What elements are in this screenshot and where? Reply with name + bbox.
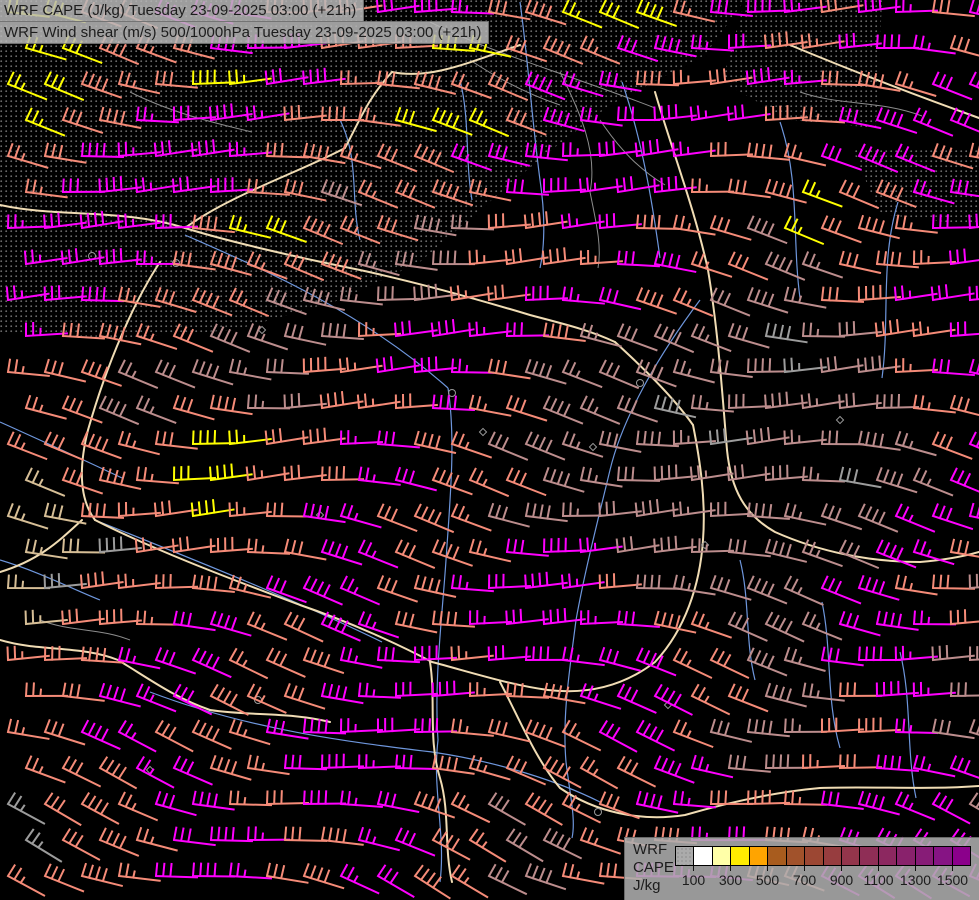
legend-swatch [842, 847, 860, 865]
wrf-map-viewport: WRF CAPE (J/kg) Tuesday 23-09-2025 03:00… [0, 0, 979, 900]
legend-tick-label: 700 [793, 872, 816, 888]
legend-swatch [676, 847, 694, 865]
legend-tick-label: 300 [719, 872, 742, 888]
legend-tickmark [878, 866, 879, 871]
legend-label-unit: J/kg [633, 877, 675, 895]
legend-swatch [916, 847, 934, 865]
legend-color-strip [675, 846, 971, 866]
legend-tickmark [841, 866, 842, 871]
legend-tick-label: 900 [830, 872, 853, 888]
legend-swatch [953, 847, 970, 865]
title-bar: WRF CAPE (J/kg) Tuesday 23-09-2025 03:00… [0, 0, 489, 44]
legend-tickmark [952, 866, 953, 871]
legend-tick-label: 100 [682, 872, 705, 888]
legend-swatch [934, 847, 952, 865]
legend-tickmark [804, 866, 805, 871]
legend-swatch [694, 847, 712, 865]
legend-tick-label: 1300 [900, 872, 931, 888]
legend-tickmark [915, 866, 916, 871]
title-windshear: WRF Wind shear (m/s) 500/1000hPa Tuesday… [0, 21, 489, 44]
legend-swatch [768, 847, 786, 865]
legend-swatch [787, 847, 805, 865]
legend-tick-label: 1100 [863, 872, 893, 888]
cape-legend: WRF CAPE J/kg 100 300 500 700 900 1100 1300 150… [624, 837, 979, 900]
legend-swatch [805, 847, 823, 865]
legend-swatch [897, 847, 915, 865]
legend-labels: WRF CAPE J/kg [633, 841, 675, 897]
legend-ticks: 100 300 500 700 900 1100 1300 1500 [675, 866, 971, 898]
legend-tickmark [767, 866, 768, 871]
legend-label-model: WRF [633, 841, 675, 859]
legend-tickmark [693, 866, 694, 871]
legend-swatch [879, 847, 897, 865]
legend-swatch [731, 847, 749, 865]
legend-swatch [824, 847, 842, 865]
legend-label-variable: CAPE [633, 859, 675, 877]
legend-swatch [860, 847, 878, 865]
legend-swatch [750, 847, 768, 865]
title-cape: WRF CAPE (J/kg) Tuesday 23-09-2025 03:00… [0, 0, 364, 22]
legend-tick-label: 500 [756, 872, 779, 888]
legend-tick-label: 1500 [937, 872, 968, 888]
weather-map [0, 0, 979, 900]
legend-swatch [713, 847, 731, 865]
legend-tickmark [730, 866, 731, 871]
